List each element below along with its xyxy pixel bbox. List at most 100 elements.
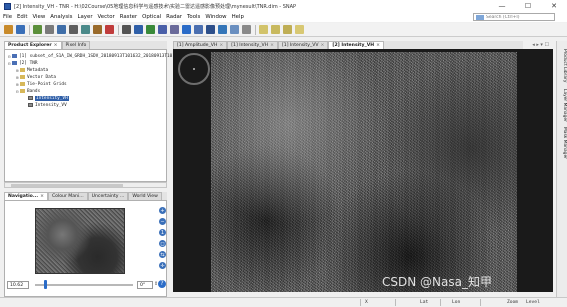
batch-processing-icon[interactable] (57, 25, 66, 34)
menu-vector[interactable]: Vector (98, 14, 115, 20)
window-controls: — ☐ ✕ (489, 0, 567, 12)
tree-node[interactable]: ⊟ [2] TNR (8, 60, 38, 66)
pin-placing-icon[interactable] (158, 25, 167, 34)
tile-single-icon[interactable] (295, 25, 304, 34)
draw-polygon-icon[interactable] (218, 25, 227, 34)
menu-tools[interactable]: Tools (187, 14, 200, 20)
band-maths-icon[interactable] (33, 25, 42, 34)
search-input[interactable] (486, 14, 554, 20)
search-icon (476, 14, 484, 20)
sync-cursor-icon[interactable]: ✛ (159, 262, 166, 269)
magic-wand-icon[interactable] (242, 25, 251, 34)
zoom-all-icon[interactable]: ◻ (159, 240, 166, 247)
zoom-tool-icon[interactable] (146, 25, 155, 34)
menu-view[interactable]: View (32, 14, 45, 20)
close-icon[interactable]: × (376, 43, 380, 48)
tab-pixel-info-label: Pixel Info (65, 43, 87, 48)
menu-radar[interactable]: Radar (166, 14, 182, 20)
zoom-in-icon[interactable]: + (159, 207, 166, 214)
tab-image-amplitude-vh[interactable]: [1] Amplitude_VH × (173, 41, 228, 49)
close-icon[interactable]: × (321, 43, 325, 48)
tile-horizontally-icon[interactable] (271, 25, 280, 34)
menu-layer[interactable]: Layer (78, 14, 93, 20)
tree-node[interactable]: ⊟ Bands (16, 88, 40, 94)
navigation-preview[interactable] (35, 208, 125, 274)
title-bar: [2] Intensity_VH - TNR - H:\02Course\05地… (0, 0, 567, 12)
draw-ellipse-icon[interactable] (230, 25, 239, 34)
tab-navigation[interactable]: Navigatio... × (4, 192, 48, 200)
zoom-out-icon[interactable]: − (159, 218, 166, 225)
tab-uncertainty[interactable]: Uncertainty ... (87, 192, 129, 200)
close-icon[interactable]: × (54, 43, 58, 48)
folder-icon (20, 89, 25, 93)
pan-tool-icon[interactable] (134, 25, 143, 34)
close-icon[interactable]: × (219, 43, 223, 48)
draw-line-icon[interactable] (194, 25, 203, 34)
zoom-slider-thumb[interactable] (43, 280, 47, 289)
sync-views-icon[interactable]: ⇆ (159, 251, 166, 258)
menu-file[interactable]: File (3, 14, 12, 20)
tab-world-view[interactable]: World View (128, 192, 162, 200)
close-button[interactable]: ✕ (541, 0, 567, 12)
tree-node[interactable]: ⊞ Tie-Point Grids (16, 81, 67, 87)
close-icon[interactable]: × (40, 194, 44, 199)
tab-image-intensity-vh-1[interactable]: [1] Intensity_VH × (227, 41, 278, 49)
maximize-button[interactable]: ☐ (515, 0, 541, 12)
help-icon[interactable]: ? (158, 280, 166, 288)
zoom-slider[interactable] (35, 284, 133, 286)
tree-node-label: Vector Data (27, 74, 57, 80)
tab-image-intensity-vh-2[interactable]: [2] Intensity_VH × (328, 41, 385, 49)
tab-label: [1] Intensity_VV (281, 43, 319, 48)
tile-vertically-icon[interactable] (283, 25, 292, 34)
rotation-field[interactable]: 0° (137, 281, 153, 289)
tree-node[interactable]: ⊞ Vector Data (16, 74, 56, 80)
menu-edit[interactable]: Edit (17, 14, 27, 20)
tree-node[interactable]: Intensity_VV (24, 102, 67, 108)
tab-pixel-info[interactable]: Pixel Info (61, 41, 91, 49)
explorer-horizontal-scrollbar[interactable] (4, 182, 167, 188)
mask-manager-tab[interactable]: Mask Manager (559, 127, 567, 159)
zoom-factor-field[interactable]: 10.62 (7, 281, 29, 289)
dem-icon[interactable] (93, 25, 102, 34)
time-series-icon[interactable] (69, 25, 78, 34)
tab-image-intensity-vv-1[interactable]: [1] Intensity_VV × (277, 41, 329, 49)
navigation-compass-icon[interactable] (178, 53, 210, 85)
gcp-icon[interactable] (81, 25, 90, 34)
layer-manager-tab[interactable]: Layer Manager (559, 89, 567, 122)
status-lon: Lon (452, 300, 461, 305)
tab-colour-manipulation[interactable]: Colour Mani... (47, 192, 88, 200)
tree-node[interactable]: ⊞ Metadata (16, 67, 48, 73)
menu-raster[interactable]: Raster (120, 14, 137, 20)
select-tool-icon[interactable] (122, 25, 131, 34)
folder-icon (20, 75, 25, 79)
menu-window[interactable]: Window (205, 14, 226, 20)
tile-evenly-icon[interactable] (259, 25, 268, 34)
status-zoom: Zoom (507, 300, 519, 305)
range-finder-icon[interactable] (182, 25, 191, 34)
sar-intensity-image[interactable] (211, 52, 517, 292)
menu-help[interactable]: Help (232, 14, 244, 20)
navigation-panel: + − 1 ◻ ⇆ ✛ 10.62 0° ⇕ ? (4, 200, 167, 297)
close-icon[interactable]: × (270, 43, 274, 48)
tree-node-label: Bands (27, 88, 41, 94)
save-product-icon[interactable] (16, 25, 25, 34)
folder-icon (20, 68, 25, 72)
tree-node[interactable]: ⊟ [1] subset_of_S1A_IW_GRDH_1SDV_20180913… (8, 53, 178, 59)
pin-manager-icon[interactable] (105, 25, 114, 34)
zoom-actual-icon[interactable]: 1 (159, 229, 166, 236)
tab-product-explorer[interactable]: Product Explorer × (4, 41, 62, 49)
gcp-placing-icon[interactable] (170, 25, 179, 34)
tree-node[interactable]: Intensity_VH (24, 95, 69, 101)
image-view[interactable] (173, 49, 553, 292)
search-box[interactable] (473, 13, 555, 21)
menu-analysis[interactable]: Analysis (50, 14, 72, 20)
editor-panel-controls[interactable]: ◂ ▸ ▾ ☐ (532, 42, 549, 48)
menu-optical[interactable]: Optical (142, 14, 161, 20)
minimize-button[interactable]: — (489, 0, 515, 12)
graph-builder-icon[interactable] (45, 25, 54, 34)
draw-rectangle-icon[interactable] (206, 25, 215, 34)
product-library-tab[interactable]: Product Library (559, 49, 567, 82)
scrollbar-thumb[interactable] (11, 184, 123, 187)
open-product-icon[interactable] (4, 25, 13, 34)
tree-node-label: Intensity_VH (35, 95, 69, 101)
